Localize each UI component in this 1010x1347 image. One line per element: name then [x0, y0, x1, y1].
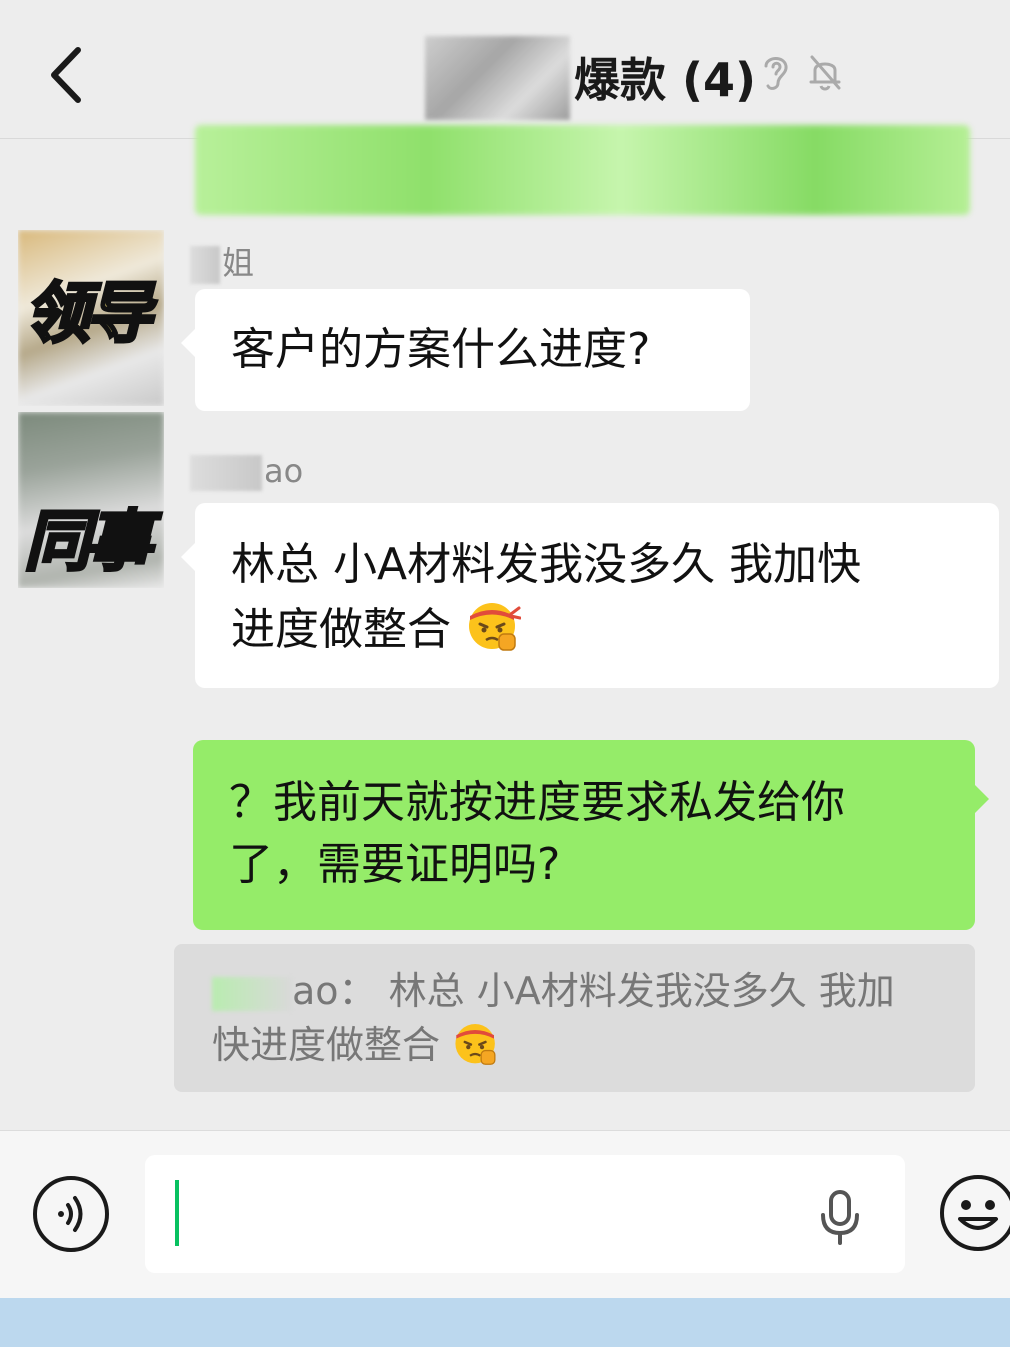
quote-line: ao： 林总 小A材料发我没多久 我加 — [212, 964, 937, 1018]
microphone-icon[interactable] — [817, 1189, 863, 1245]
avatar-label: 领导 — [23, 274, 154, 354]
sender-name: ao — [190, 452, 303, 491]
input-bar — [0, 1130, 1010, 1299]
chat-title: 爆款 (4) — [574, 53, 757, 107]
redacted-sender — [212, 976, 292, 1011]
message-text: 客户的方案什么进度? — [231, 324, 651, 375]
avatar-colleague[interactable]: 同事 — [18, 412, 164, 588]
keyboard-area-edge — [0, 1298, 1010, 1347]
avatar-label: 同事 — [23, 502, 154, 582]
saluting-fist-face-emoji — [455, 1024, 496, 1065]
quote-text: 林总 小A材料发我没多久 我加 — [388, 969, 895, 1013]
chevron-left-icon — [51, 47, 81, 103]
voice-input-icon — [33, 1176, 109, 1252]
emoji-button[interactable] — [938, 1173, 1010, 1253]
message-input[interactable] — [145, 1155, 905, 1273]
voice-input-button[interactable] — [32, 1175, 110, 1253]
avatar-leader[interactable]: 领导 — [18, 230, 164, 406]
message-bubble[interactable]: 林总 小A材料发我没多久 我加快 进度做整合 — [181, 503, 999, 688]
message-text-line: ？我前天就按进度要求私发给你 — [229, 777, 845, 828]
bell-muted-icon — [809, 55, 841, 91]
ear-icon — [764, 57, 788, 90]
my-message-bubble[interactable]: ？我前天就按进度要求私发给你 了，需要证明吗? — [193, 740, 989, 930]
message-text-line: 进度做整合 — [231, 596, 963, 661]
back-button[interactable] — [40, 40, 100, 110]
message-bubble[interactable]: 客户的方案什么进度? — [181, 289, 750, 411]
quoted-message[interactable]: ao： 林总 小A材料发我没多久 我加 快进度做整合 — [174, 944, 975, 1092]
chat-header: 爆款 (4) — [0, 0, 1010, 139]
smiley-icon — [940, 1175, 1010, 1251]
message-text-line: 林总 小A材料发我没多久 我加快 — [231, 539, 862, 590]
quote-line: 快进度做整合 — [212, 1018, 937, 1072]
redacted-previous-message — [195, 125, 970, 215]
message-text-line: 了，需要证明吗? — [229, 839, 561, 890]
text-caret — [175, 1180, 179, 1246]
quote-sender: ao： — [292, 969, 377, 1013]
sender-name: 姐 — [190, 238, 254, 284]
saluting-fist-face-emoji — [469, 603, 521, 651]
redacted-title-part — [425, 36, 570, 120]
